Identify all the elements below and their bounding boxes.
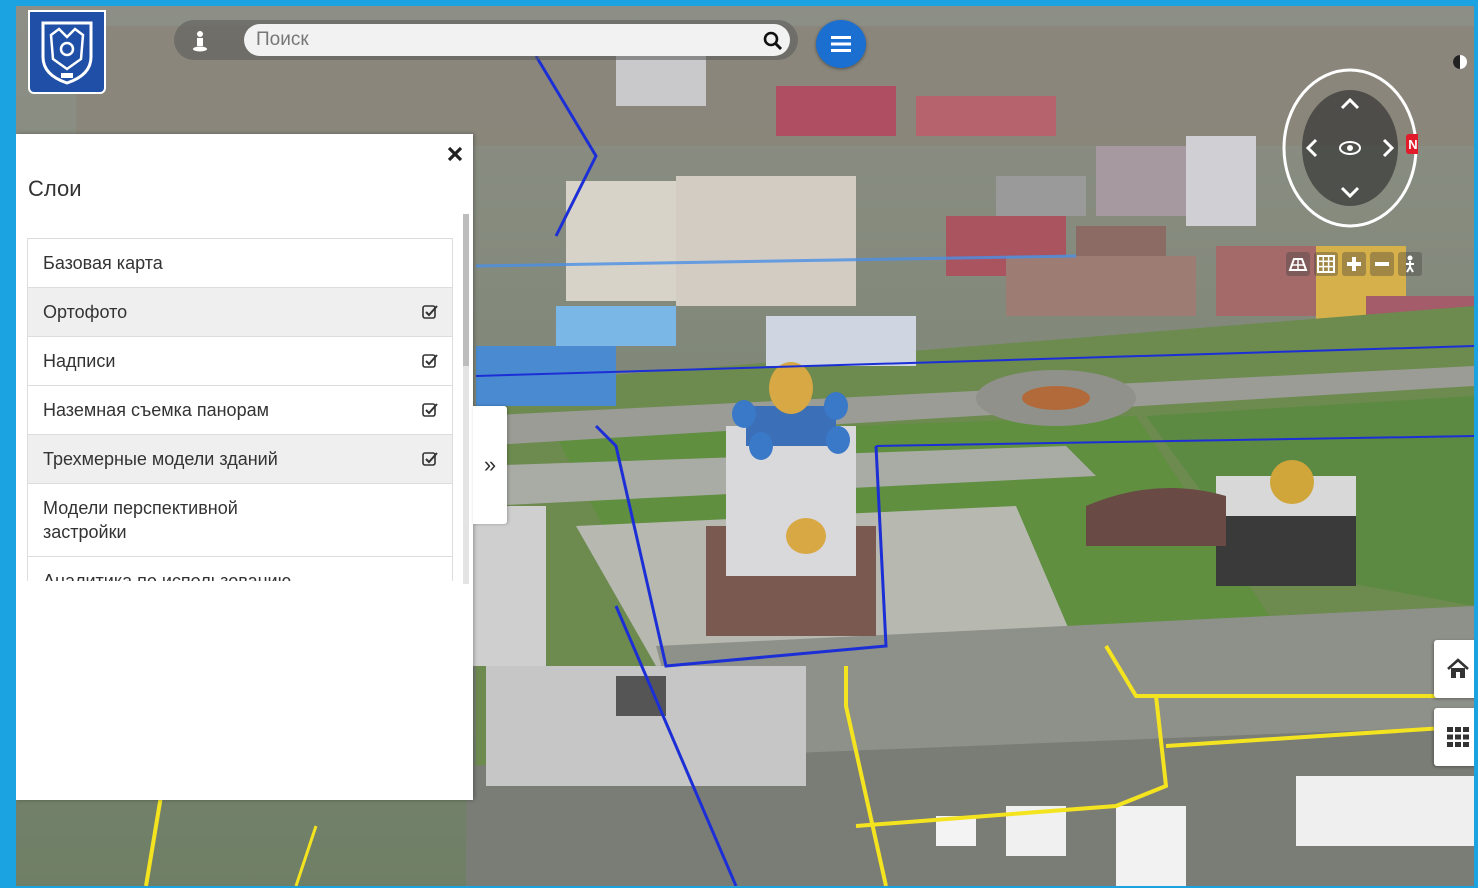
layer-label: Трехмерные модели зданий	[43, 449, 278, 469]
search-input[interactable]	[244, 24, 790, 56]
north-label: N	[1408, 137, 1417, 152]
grid-apps-icon	[1447, 727, 1469, 747]
layer-label: Аналитика по использованию	[43, 571, 292, 581]
contrast-icon[interactable]	[1450, 52, 1470, 72]
layers-panel: Слои Базовая карта Ортофото Надписи Назе…	[16, 134, 473, 800]
search-bar	[174, 20, 798, 60]
map-toolbar	[1286, 252, 1422, 278]
grid-icon	[1317, 255, 1335, 273]
app-frame: Слои Базовая карта Ортофото Надписи	[0, 0, 1478, 888]
layer-label: Ортофото	[43, 302, 128, 322]
pedestrian-mode-button[interactable]	[1398, 252, 1422, 276]
layer-label: Базовая карта	[43, 253, 163, 273]
layer-item-future-development[interactable]: Модели перспективной застройки	[27, 484, 453, 557]
close-icon	[447, 146, 463, 162]
plus-icon	[1347, 257, 1361, 271]
main-menu-button[interactable]	[816, 20, 866, 68]
panel-scrollbar[interactable]	[463, 214, 469, 584]
hamburger-menu-icon	[831, 36, 851, 52]
zoom-in-button[interactable]	[1342, 252, 1366, 276]
layer-item-base-map[interactable]: Базовая карта	[27, 239, 453, 288]
zoom-out-button[interactable]	[1370, 252, 1394, 276]
home-button[interactable]	[1434, 640, 1474, 698]
checkbox-checked-icon[interactable]	[422, 304, 438, 320]
layer-item-panoramas[interactable]: Наземная съемка панорам	[27, 386, 453, 435]
panel-collapse-button[interactable]: »	[473, 406, 507, 524]
street-view-pin-icon	[193, 31, 207, 52]
layer-item-labels[interactable]: Надписи	[27, 337, 453, 386]
street-view-button[interactable]	[188, 29, 212, 53]
layer-list: Базовая карта Ортофото Надписи Наземная …	[27, 238, 453, 581]
checkbox-checked-icon[interactable]	[422, 402, 438, 418]
person-walking-icon	[1406, 255, 1414, 273]
minus-icon	[1375, 262, 1389, 266]
search-icon	[763, 31, 783, 51]
collapse-glyph: »	[483, 452, 497, 477]
layer-item-usage-analytics[interactable]: Аналитика по использованию	[27, 557, 453, 581]
layer-item-orthophoto[interactable]: Ортофото	[27, 288, 453, 337]
layer-label: Модели перспективной застройки	[43, 498, 238, 542]
layer-item-3d-buildings[interactable]: Трехмерные модели зданий	[27, 435, 453, 484]
grid-view-button[interactable]	[1314, 252, 1338, 276]
checkbox-checked-icon[interactable]	[422, 451, 438, 467]
layer-label: Надписи	[43, 351, 116, 371]
city-logo[interactable]	[28, 10, 106, 94]
scrollbar-thumb[interactable]	[463, 214, 469, 366]
map-plane-icon	[1288, 258, 1308, 271]
city-coat-of-arms-icon	[41, 21, 93, 85]
panel-close-button[interactable]	[443, 142, 467, 166]
view-2d-button[interactable]	[1286, 252, 1310, 276]
navigation-control[interactable]: N	[1282, 68, 1418, 228]
panel-title: Слои	[28, 176, 82, 201]
home-icon	[1447, 658, 1469, 678]
apps-grid-button[interactable]	[1434, 708, 1474, 766]
checkbox-checked-icon[interactable]	[422, 353, 438, 369]
search-button[interactable]	[762, 30, 784, 52]
layer-label: Наземная съемка панорам	[43, 400, 269, 420]
